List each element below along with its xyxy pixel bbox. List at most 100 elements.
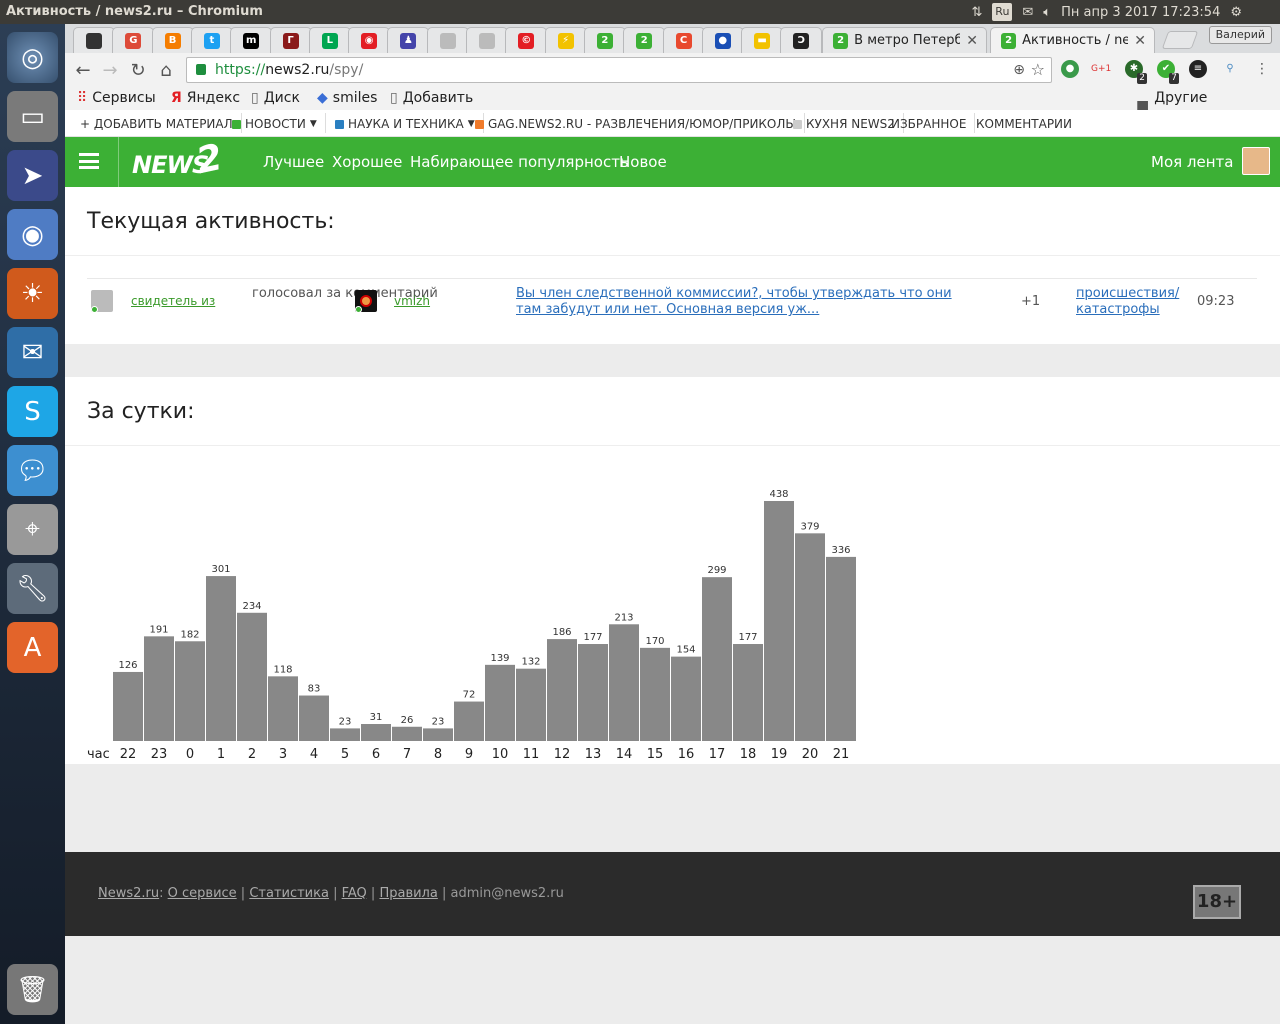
chart-bar[interactable] [795,533,825,741]
extension-check-icon[interactable]: ✔ 7 [1157,60,1179,84]
extension-bug-icon[interactable]: ✱ 2 [1125,60,1147,84]
browser-tab[interactable]: ⚡ [544,27,587,53]
mail-icon[interactable]: ✉ [1022,5,1033,20]
browser-tab[interactable]: Ↄ [780,27,823,53]
footer-rules-link[interactable]: Правила [379,886,437,901]
tab-close-icon[interactable]: ✕ [966,33,978,49]
site-menu-item[interactable]: КОММЕНТАРИИ [976,117,1072,131]
chart-bar[interactable] [144,636,174,741]
browser-tab[interactable]: 2 Активность / news2 ✕ [990,27,1155,53]
screenshot-target-icon[interactable]: ⌖ [7,504,58,555]
chart-bar[interactable] [423,728,453,741]
browser-tab[interactable]: 2 [583,27,626,53]
system-settings-icon[interactable]: 🔧︎ [7,563,58,614]
back-arrow-icon[interactable]: ← [71,59,95,83]
browser-tab[interactable]: ◉ [348,27,391,53]
workspace-switcher-icon[interactable]: ➤ [7,150,58,201]
chart-bar[interactable] [733,644,763,741]
reload-icon[interactable]: ↻ [126,59,150,83]
chat-icon[interactable]: 💬︎ [7,445,58,496]
site-menu-item[interactable]: НОВОСТИ ▼ [232,113,326,133]
browser-tab[interactable]: G [112,27,155,53]
extension-search-icon[interactable]: ⚲ [1221,60,1239,78]
forward-arrow-icon[interactable]: → [98,59,122,83]
chart-bar[interactable] [299,695,329,741]
chart-bar[interactable] [113,671,143,741]
browser-tab[interactable] [73,27,115,53]
extension-menu-icon[interactable]: ≡ [1189,60,1207,78]
hamburger-menu-icon[interactable] [79,153,99,169]
skype-icon[interactable]: S [7,386,58,437]
chart-bar[interactable] [330,728,360,741]
google-plus-one-icon[interactable]: G+1 [1091,60,1111,78]
chart-bar[interactable] [485,664,515,741]
site-menu-item[interactable]: НАУКА И ТЕХНИКА ▼ [335,113,484,133]
browser-tab[interactable]: t [190,27,233,53]
bookmark-yandex[interactable]: Я Яндекс [171,90,240,106]
browser-tab[interactable] [466,27,508,53]
zoom-icon[interactable]: ⊕ [1013,58,1025,82]
bookmark-services[interactable]: ⠿ Сервисы [77,90,156,106]
browser-tab[interactable]: ▬ [741,27,784,53]
network-arrows-icon[interactable]: ⇅ [971,5,982,20]
extension-green-icon[interactable]: ● [1061,60,1079,78]
site-menu-item[interactable]: GAG.NEWS2.RU - РАЗВЛЕЧЕНИЯ/ЮМОР/ПРИКОЛЫ [475,113,805,133]
thunderbird-icon[interactable]: ✉ [7,327,58,378]
keyboard-layout-indicator[interactable]: Ru [992,3,1013,21]
profile-button[interactable]: Валерий [1208,26,1272,44]
chart-bar[interactable] [206,576,236,741]
file-manager-icon[interactable]: ▭ [7,91,58,142]
chart-bar[interactable] [671,656,701,741]
address-bar[interactable]: https://news2.ru/spy/ ⊕ ☆ [186,57,1052,83]
category-link[interactable]: происшествия/ катастрофы [1076,286,1186,318]
chart-bar[interactable] [175,641,205,741]
browser-tab[interactable]: 2 В метро Петербур ✕ [822,27,987,53]
bookmark-star-icon[interactable]: ☆ [1031,58,1045,82]
user-avatar[interactable] [1242,147,1270,175]
comment-link[interactable]: Вы член следственной коммиссии?, чтобы у… [516,286,976,318]
site-menu-item[interactable]: + ДОБАВИТЬ МАТЕРИАЛ [80,113,242,133]
software-center-icon[interactable]: A [7,622,58,673]
chart-bar[interactable] [702,577,732,741]
ubuntu-dash-icon[interactable]: ◎ [7,32,58,83]
tab-close-icon[interactable]: ✕ [1134,33,1146,49]
chart-bar[interactable] [454,701,484,741]
chart-bar[interactable] [547,639,577,741]
clock[interactable]: Пн апр 3 2017 17:23:54 [1061,5,1220,20]
chart-bar[interactable] [640,647,670,741]
site-menu-item[interactable]: ИЗБРАННОЕ [891,113,976,133]
bookmark-disk[interactable]: ▯ Диск [251,90,300,106]
site-menu-item[interactable]: КУХНЯ NEWS2 [793,113,904,133]
volume-icon[interactable]: 🔈︎ [1043,5,1051,20]
browser-tab[interactable]: 2 [623,27,666,53]
nav-new[interactable]: Новое [619,153,667,171]
chart-bar[interactable] [392,726,422,741]
browser-tab[interactable]: ● [701,27,744,53]
footer-faq-link[interactable]: FAQ [342,886,367,901]
browser-tab[interactable]: Г [269,27,312,53]
browser-tab[interactable]: B [151,27,194,53]
my-feed-link[interactable]: Моя лента [1151,153,1233,171]
chart-bar[interactable] [361,724,391,741]
footer-stats-link[interactable]: Статистика [249,886,329,901]
activity-user-link[interactable]: свидетель из [131,294,215,308]
chart-bar[interactable] [826,556,856,741]
power-gear-icon[interactable]: ⚙ [1230,5,1242,20]
chromium-icon[interactable]: ◉ [7,209,58,260]
chart-bar[interactable] [578,644,608,741]
bookmark-smiles[interactable]: ◆ smiles [317,90,377,106]
footer-site-link[interactable]: News2.ru [98,886,159,901]
chart-bar[interactable] [516,668,546,741]
new-tab-button[interactable] [1161,31,1199,49]
chart-bar[interactable] [268,676,298,741]
browser-tab[interactable] [426,27,469,53]
trash-icon[interactable]: 🗑︎ [7,964,58,1015]
home-icon[interactable]: ⌂ [154,59,178,83]
chart-bar[interactable] [764,501,794,741]
browser-menu-icon[interactable]: ⋮ [1253,60,1271,78]
chart-bar[interactable] [609,624,639,741]
browser-tab[interactable]: m [230,27,273,53]
nav-good[interactable]: Хорошее [332,153,402,171]
footer-about-link[interactable]: О сервисе [168,886,237,901]
nav-rising[interactable]: Набирающее популярность [410,153,629,171]
